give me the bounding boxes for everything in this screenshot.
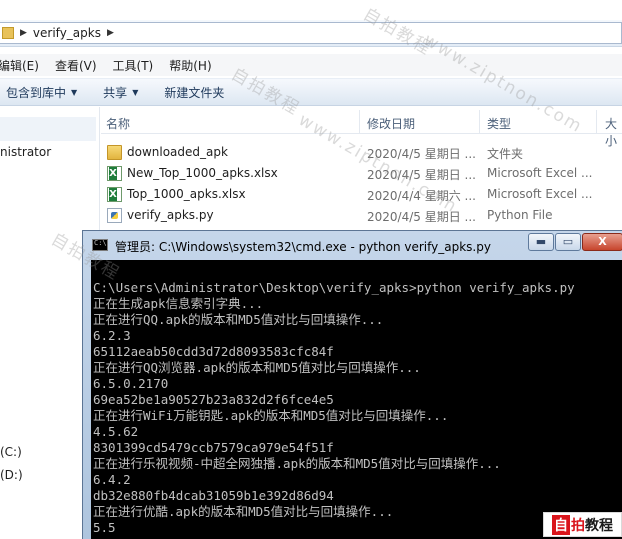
logo-char: 自	[552, 514, 570, 535]
maximize-button[interactable]: ▭	[555, 233, 581, 251]
console-line: 8301399cd5479ccb7579ca979e54f51f	[93, 440, 334, 455]
file-date: 2020/4/5 星期日 ...	[367, 210, 476, 224]
console-line: C:\Users\Administrator\Desktop\verify_ap…	[93, 280, 575, 295]
console-line: 6.2.3	[93, 328, 131, 343]
console-line: 6.4.2	[93, 472, 131, 487]
console-output[interactable]: C:\Users\Administrator\Desktop\verify_ap…	[91, 260, 622, 539]
console-line: 4.5.62	[93, 424, 139, 439]
column-divider[interactable]	[479, 110, 480, 134]
share-button[interactable]: 共享 ▼	[103, 84, 138, 101]
console-line: 69ea52be1a90527b23a832d2f6fce4e5	[93, 392, 334, 407]
new-folder-button[interactable]: 新建文件夹	[164, 84, 224, 101]
logo-char: 拍	[571, 517, 585, 534]
console-line: 5.5	[93, 520, 116, 535]
column-date[interactable]: 修改日期	[367, 115, 415, 132]
console-line: 正在进行QQ浏览器.apk的版本和MD5值对比与回填操作...	[93, 360, 421, 375]
column-name[interactable]: 名称	[106, 115, 130, 132]
column-divider[interactable]	[359, 110, 360, 134]
nav-item-drive-c[interactable]: (C:)	[0, 445, 22, 459]
address-bar: ▶ verify_apks ▶	[0, 20, 622, 47]
nav-item-administrator[interactable]: nistrator	[0, 145, 51, 159]
share-label: 共享	[103, 85, 128, 100]
nav-item-drive-d[interactable]: (D:)	[0, 468, 23, 482]
python-file-icon	[107, 208, 122, 223]
excel-file-icon	[107, 166, 122, 181]
chevron-right-icon[interactable]: ▶	[20, 28, 27, 38]
menu-tools[interactable]: 工具(T)	[113, 57, 154, 74]
column-type[interactable]: 类型	[487, 115, 511, 132]
file-row-verify-apks-py[interactable]: verify_apks.py 2020/4/5 星期日 ... Python F…	[101, 205, 622, 226]
file-type: Microsoft Excel ...	[487, 187, 593, 201]
close-button[interactable]: X	[582, 233, 622, 251]
console-line: 65112aeab50cdd3d72d8093583cfc84f	[93, 344, 334, 359]
console-line: 正在生成apk信息索引字典...	[93, 296, 264, 311]
chevron-right-icon[interactable]: ▶	[107, 28, 114, 38]
nav-selected-item[interactable]	[0, 117, 96, 141]
file-type: Microsoft Excel ...	[487, 166, 593, 180]
address-box[interactable]: ▶ verify_apks ▶	[0, 22, 622, 44]
folder-icon	[2, 27, 14, 39]
menu-help[interactable]: 帮助(H)	[169, 57, 211, 74]
file-type: Python File	[487, 208, 553, 222]
file-name: downloaded_apk	[127, 145, 228, 159]
minimize-button[interactable]: ▬	[528, 233, 554, 251]
cmd-window-title: 管理员: C:\Windows\system32\cmd.exe - pytho…	[115, 240, 491, 254]
menu-edit[interactable]: 编辑(E)	[0, 57, 39, 74]
file-name: verify_apks.py	[127, 208, 214, 222]
console-line: 正在进行QQ.apk的版本和MD5值对比与回填操作...	[93, 312, 384, 327]
include-in-library-label: 包含到库中	[6, 85, 67, 100]
console-line: 正在进行优酷.apk的版本和MD5值对比与回填操作...	[93, 504, 394, 519]
console-line: db32e880fb4dcab31059b1e392d86d94	[93, 488, 334, 503]
menu-view[interactable]: 查看(V)	[55, 57, 97, 74]
file-type: 文件夹	[487, 147, 524, 161]
logo-char: 教程	[585, 517, 613, 534]
file-name: Top_1000_apks.xlsx	[127, 187, 246, 201]
folder-icon	[107, 145, 122, 160]
menu-bar: 编辑(E) 查看(V) 工具(T) 帮助(H)	[0, 54, 622, 76]
column-divider[interactable]	[596, 110, 597, 134]
cmd-window: 管理员: C:\Windows\system32\cmd.exe - pytho…	[82, 230, 622, 539]
site-logo: 自 拍 教程	[543, 512, 622, 537]
console-line: 正在进行乐视视频-中超全网独播.apk的版本和MD5值对比与回填操作...	[93, 456, 501, 471]
file-name: New_Top_1000_apks.xlsx	[127, 166, 278, 180]
include-in-library-button[interactable]: 包含到库中 ▼	[6, 84, 77, 101]
caret-down-icon: ▼	[132, 87, 139, 97]
breadcrumb-verify-apks[interactable]: verify_apks	[33, 26, 101, 40]
console-line: 6.5.0.2170	[93, 376, 169, 391]
file-row-top-1000-apks[interactable]: Top_1000_apks.xlsx 2020/4/4 星期六 ... Micr…	[101, 184, 622, 205]
excel-file-icon	[107, 187, 122, 202]
caret-down-icon: ▼	[71, 87, 78, 97]
cmd-titlebar[interactable]: 管理员: C:\Windows\system32\cmd.exe - pytho…	[83, 231, 622, 259]
console-line: 正在进行WiFi万能钥匙.apk的版本和MD5值对比与回填操作...	[93, 408, 449, 423]
